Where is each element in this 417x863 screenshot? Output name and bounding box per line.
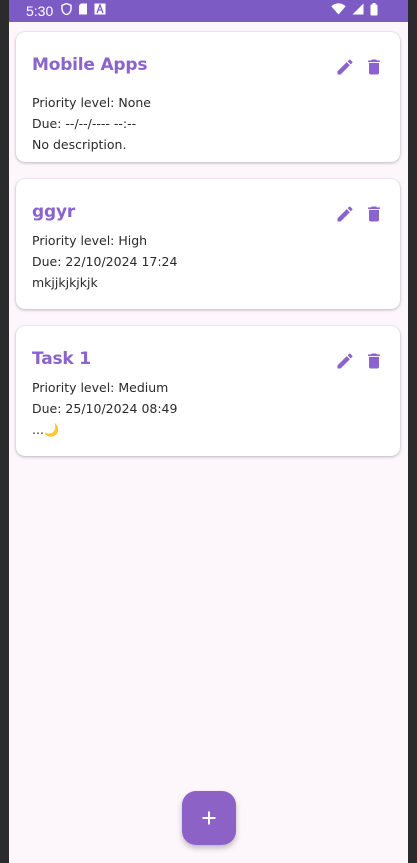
task-due: Due: --/--/---- --:-- <box>32 116 137 131</box>
task-card[interactable]: Task 1 Priority level: Medium Due: 25/10… <box>16 326 400 456</box>
task-title: Mobile Apps <box>32 55 148 75</box>
task-description: No description. <box>32 137 127 152</box>
screen-edge <box>408 0 417 863</box>
task-priority: Priority level: High <box>32 233 148 248</box>
task-card[interactable]: ggyr Priority level: High Due: 22/10/202… <box>16 179 400 309</box>
task-description: ...🌙 <box>32 422 60 437</box>
pencil-icon <box>337 206 353 222</box>
pencil-icon <box>337 59 353 75</box>
plus-icon <box>202 811 216 825</box>
task-title: Task 1 <box>32 349 91 369</box>
task-list-screen: Mobile Apps Priority level: None Due: --… <box>9 22 408 863</box>
task-description: mkjjkjkjkjk <box>32 275 98 290</box>
text-a-icon <box>94 3 106 19</box>
trash-icon <box>368 59 380 75</box>
edit-button[interactable] <box>334 203 356 225</box>
edit-button[interactable] <box>334 350 356 372</box>
task-priority: Priority level: Medium <box>32 380 169 395</box>
task-due: Due: 25/10/2024 08:49 <box>32 401 178 416</box>
edit-button[interactable] <box>334 56 356 78</box>
task-title: ggyr <box>32 202 76 222</box>
wifi-icon <box>331 3 346 19</box>
trash-icon <box>368 353 380 369</box>
delete-button[interactable] <box>363 56 385 78</box>
battery-icon <box>370 2 378 20</box>
task-priority: Priority level: None <box>32 95 151 110</box>
sd-card-icon <box>78 3 88 19</box>
signal-icon <box>352 3 364 19</box>
task-due: Due: 22/10/2024 17:24 <box>32 254 178 269</box>
status-bar: 5:30 <box>9 0 408 22</box>
status-time: 5:30 <box>26 3 54 19</box>
delete-button[interactable] <box>363 203 385 225</box>
pencil-icon <box>337 353 353 369</box>
shield-icon <box>61 2 72 19</box>
task-card[interactable]: Mobile Apps Priority level: None Due: --… <box>16 32 400 162</box>
trash-icon <box>368 206 380 222</box>
delete-button[interactable] <box>363 350 385 372</box>
add-task-button[interactable] <box>182 791 236 845</box>
